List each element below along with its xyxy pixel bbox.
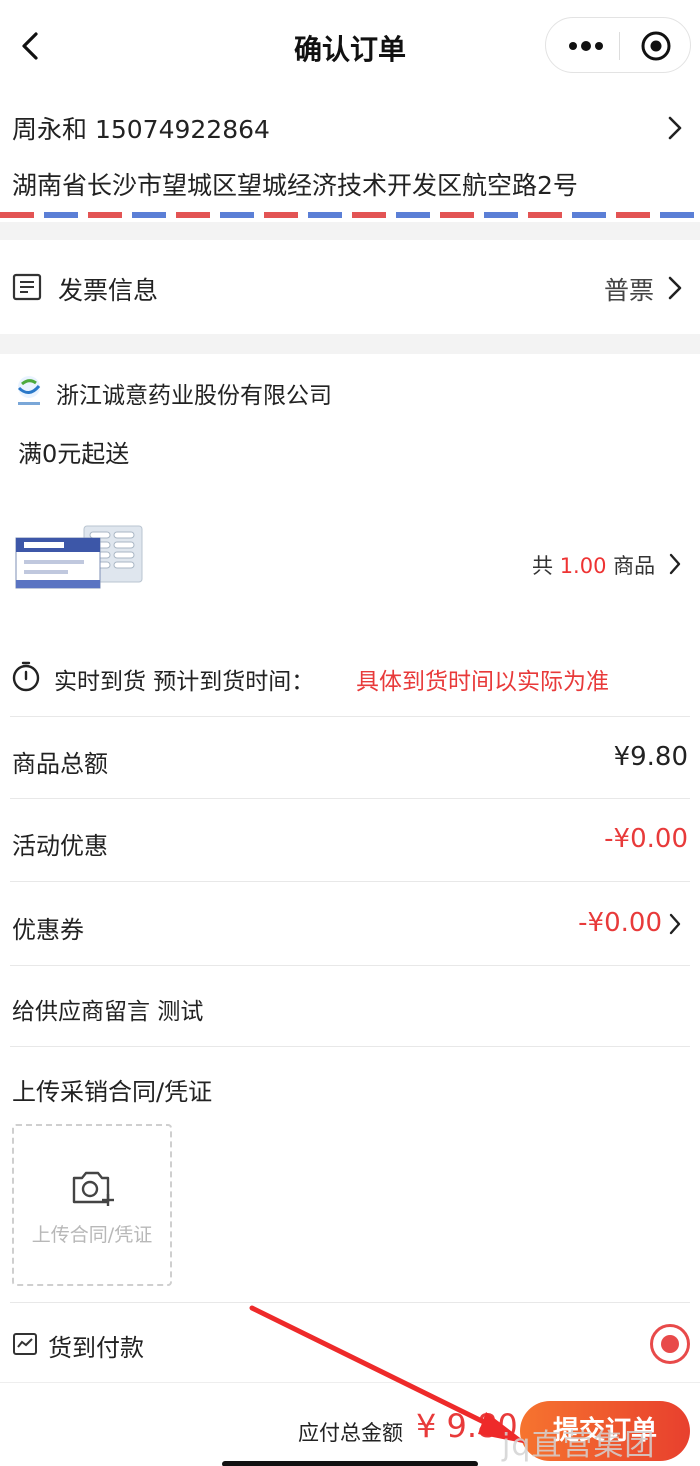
more-icon[interactable] [566,32,606,60]
delivery-note: 具体到货时间以实际为准 [356,669,609,695]
divider [10,1046,690,1047]
invoice-label: 发票信息 [58,276,159,305]
capsule-divider [619,32,620,60]
coupon-value[interactable]: -¥0.00 [470,908,662,938]
coupon-label[interactable]: 优惠券 [12,910,84,945]
supplier-name: 浙江诚意药业股份有限公司 [56,383,332,409]
invoice-type: 普票 [604,276,655,305]
upload-contract-button[interactable]: 上传合同/凭证 [12,1124,172,1286]
radio-dot [661,1335,679,1353]
chevron-right-icon [664,274,686,302]
divider [10,965,690,966]
divider [10,1302,690,1303]
goods-total-label: 商品总额 [12,750,108,778]
upload-button-text: 上传合同/凭证 [31,1224,153,1246]
goods-total-value: ¥9.80 [613,742,688,772]
chevron-right-icon [664,114,686,142]
stopwatch-icon [10,660,42,692]
count-prefix: 共 [532,554,553,578]
address-card[interactable]: 周永和 15074922864 湖南省长沙市望城区望城经济技术开发区航空路2号 [0,92,700,222]
message-value: 测试 [157,999,204,1025]
message-label: 给供应商留言 [12,999,150,1025]
payment-method-row[interactable]: 货到付款 [0,1304,700,1382]
product-thumbnail[interactable] [14,524,144,594]
radio-checked-icon[interactable] [650,1324,690,1364]
camera-add-icon [70,1168,116,1208]
delivery-label: 实时到货 预计到货时间： [54,669,315,695]
count-suffix: 商品 [613,554,656,578]
target-icon[interactable] [640,30,672,62]
chevron-right-icon [666,552,684,576]
address-detail: 湖南省长沙市望城区望城经济技术开发区航空路2号 [12,171,578,200]
home-indicator [222,1461,478,1466]
payment-method-label: 货到付款 [48,1334,144,1362]
section-gap [0,222,700,240]
divider [10,881,690,882]
count-number: 1.00 [559,554,607,578]
upload-label: 上传采销合同/凭证 [12,1078,213,1106]
item-count[interactable]: 共 1.00 商品 [532,550,655,580]
nav-bar: 确认订单 [0,0,700,92]
total-label: 应付总金额 [298,1421,403,1445]
recipient-name-phone: 周永和 15074922864 [12,115,270,144]
address-stripe [0,212,700,218]
payment-icon [12,1331,38,1357]
supplier-logo [14,374,44,408]
min-order-text: 满0元起送 [18,440,130,468]
promotion-label: 活动优惠 [12,832,108,860]
divider [10,798,690,799]
section-gap [0,334,700,354]
supplier-message-row[interactable]: 给供应商留言 测试 [12,992,203,1026]
divider [10,716,690,717]
order-section: 浙江诚意药业股份有限公司 满0元起送 共 1.00 商品 实时到货 预计到货时间… [0,354,700,1304]
watermark: jq直营集团 [502,1428,656,1463]
invoice-row[interactable]: 发票信息 普票 [0,240,700,334]
mini-program-capsule [545,17,691,73]
promotion-value: -¥0.00 [604,824,688,854]
invoice-icon [12,272,42,302]
chevron-right-icon[interactable] [666,912,684,936]
